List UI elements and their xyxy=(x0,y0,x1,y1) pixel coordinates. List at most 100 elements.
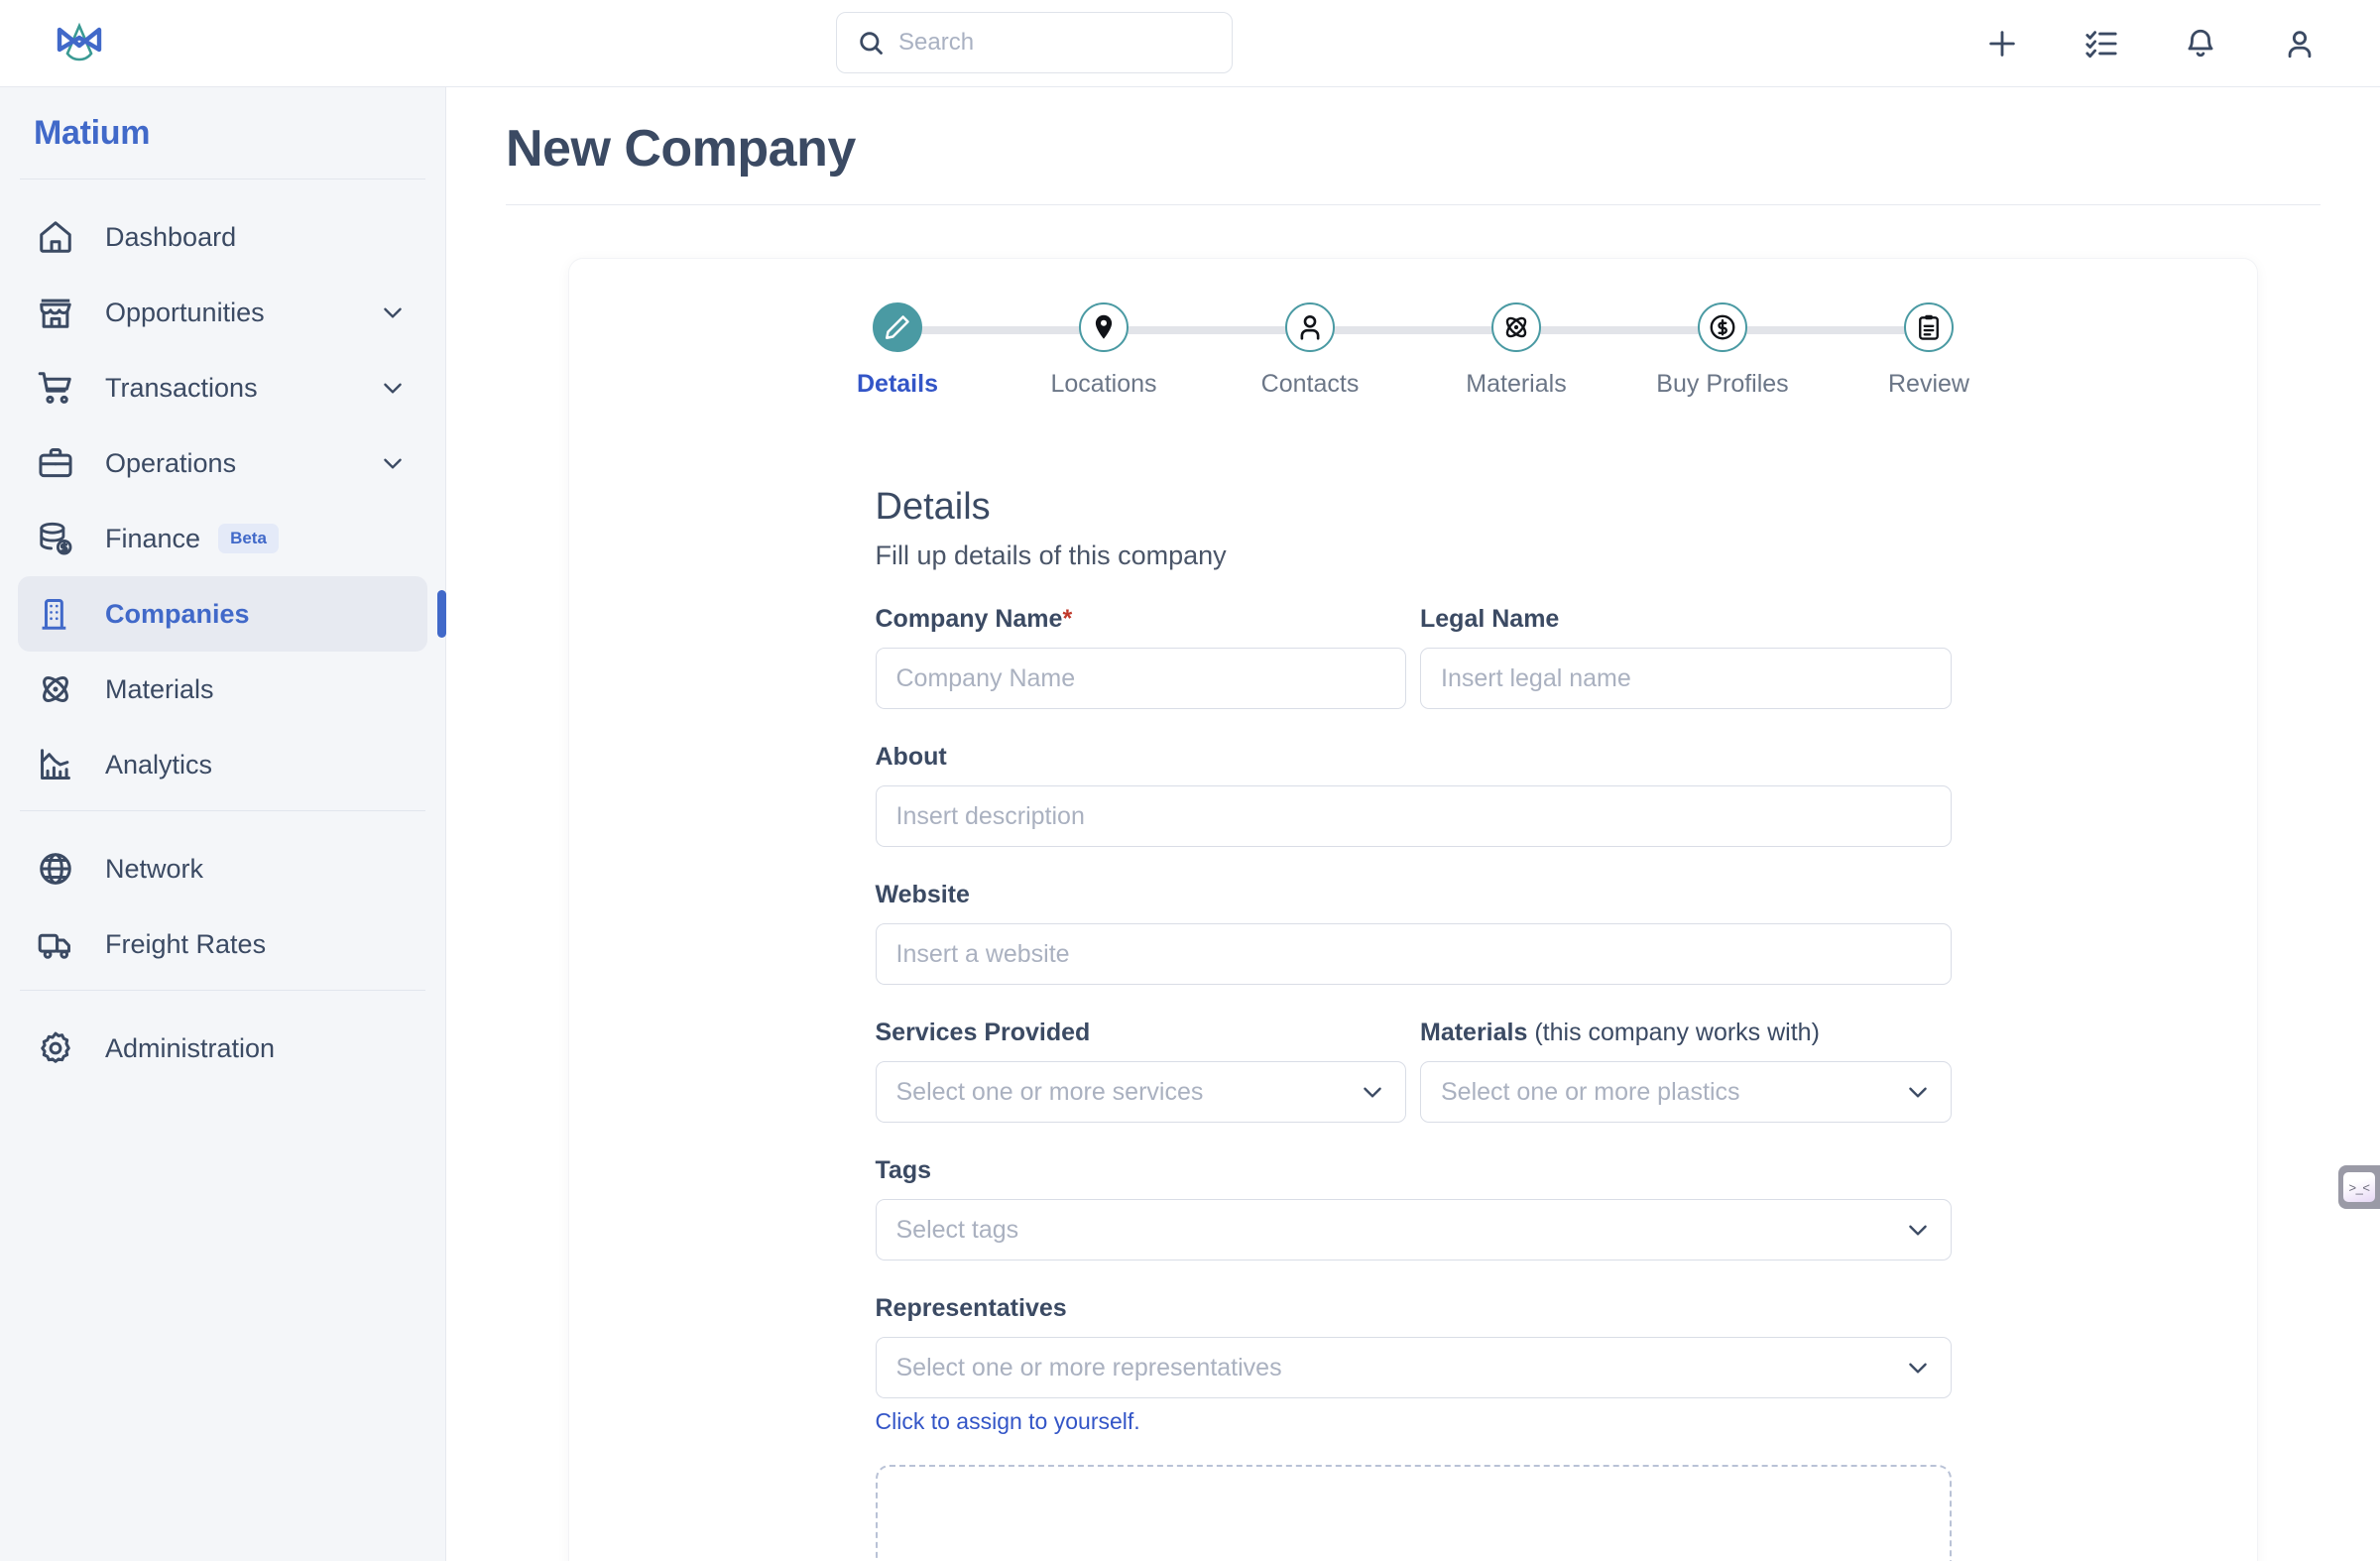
website-input[interactable] xyxy=(875,923,1952,985)
step-materials[interactable]: Materials xyxy=(1413,302,1723,399)
chevron-down-icon xyxy=(1908,1225,1927,1236)
home-icon xyxy=(36,217,75,257)
sidebar-item-materials[interactable]: Materials xyxy=(18,652,427,727)
sidebar-item-label: Operations xyxy=(105,447,237,478)
sidebar-item-label: Materials xyxy=(105,673,214,704)
materials-label-note: (this company works with) xyxy=(1527,1019,1820,1046)
sidebar-item-operations[interactable]: Operations xyxy=(18,425,427,501)
step-label: Review xyxy=(1888,370,1969,398)
app-logo[interactable] xyxy=(0,0,446,87)
coins-icon xyxy=(36,519,75,558)
chevron-down-icon xyxy=(1364,1087,1381,1098)
step-details[interactable]: Details xyxy=(794,302,1104,399)
account-button[interactable] xyxy=(2279,23,2320,64)
bell-icon xyxy=(2188,29,2213,58)
sidebar-group-admin: Administration xyxy=(0,991,445,1094)
legal-name-input[interactable] xyxy=(1420,648,1952,709)
search-icon xyxy=(860,32,883,55)
assign-to-yourself-link[interactable]: Click to assign to yourself. xyxy=(876,1408,1140,1435)
sidebar-item-finance[interactable]: Finance Beta xyxy=(18,501,427,576)
step-review[interactable]: Review xyxy=(1826,302,2032,399)
chevron-down-icon[interactable] xyxy=(380,300,406,325)
sidebar-item-freight-rates[interactable]: Freight Rates xyxy=(18,906,427,982)
sidebar-item-label: Dashboard xyxy=(105,221,237,252)
search-box[interactable] xyxy=(836,12,1233,73)
step-circle[interactable] xyxy=(1491,302,1541,352)
field-legal-name: Legal Name xyxy=(1420,605,1952,709)
legal-name-label: Legal Name xyxy=(1420,605,1560,633)
company-name-input[interactable] xyxy=(875,648,1406,709)
row-tags: Tags Select tags xyxy=(875,1156,1952,1261)
form-section-title: Details xyxy=(875,486,991,528)
row-website: Website xyxy=(875,881,1952,985)
step-label: Locations xyxy=(1050,370,1157,398)
add-button[interactable] xyxy=(1981,23,2023,64)
field-about: About xyxy=(875,743,1952,847)
step-circle[interactable] xyxy=(1079,302,1129,352)
truck-icon xyxy=(36,924,75,964)
step-circle[interactable] xyxy=(873,302,922,352)
search-input[interactable] xyxy=(898,29,1212,57)
assistant-widget[interactable]: >_< xyxy=(2338,1165,2380,1209)
globe-icon xyxy=(36,849,75,889)
tasks-button[interactable] xyxy=(2081,23,2122,64)
row-about: About xyxy=(875,743,1952,847)
materials-select[interactable]: Select one or more plastics xyxy=(1420,1061,1952,1123)
user-icon xyxy=(2288,31,2312,59)
building-icon xyxy=(36,594,75,634)
materials-label: Materials (this company works with) xyxy=(1420,1019,1952,1047)
step-connector xyxy=(897,326,1104,334)
step-label: Buy Profiles xyxy=(1656,370,1789,398)
about-input[interactable] xyxy=(875,785,1952,847)
sidebar-item-label: Network xyxy=(105,853,204,884)
form-section-subtitle: Fill up details of this company xyxy=(875,540,1227,570)
dollar-icon xyxy=(1710,314,1735,340)
company-name-label-text: Company Name xyxy=(875,605,1063,633)
pin-icon xyxy=(1095,314,1113,339)
sidebar-item-dashboard[interactable]: Dashboard xyxy=(18,199,427,275)
step-contacts[interactable]: Contacts xyxy=(1207,302,1516,399)
clipboard-icon xyxy=(1919,314,1939,340)
sidebar-item-label: Analytics xyxy=(105,749,213,780)
search-bar[interactable] xyxy=(836,12,1233,73)
tags-placeholder: Select tags xyxy=(895,1215,1019,1244)
matium-logo-icon xyxy=(57,22,102,60)
sidebar-item-label: Companies xyxy=(105,598,250,629)
atom-icon xyxy=(1505,316,1527,338)
step-circle[interactable] xyxy=(1698,302,1747,352)
assistant-face-icon: >_< xyxy=(2343,1172,2375,1202)
company-name-label: Company Name* xyxy=(876,605,1407,634)
services-placeholder: Select one or more services xyxy=(895,1077,1204,1106)
step-circle[interactable] xyxy=(1904,302,1954,352)
representatives-label: Representatives xyxy=(875,1294,1067,1322)
notifications-button[interactable] xyxy=(2180,23,2221,64)
field-company-name: Company Name* xyxy=(875,605,1407,709)
field-services: Services Provided Select one or more ser… xyxy=(875,1019,1406,1123)
sidebar-item-administration[interactable]: Administration xyxy=(18,1011,427,1086)
row-names: Company Name* Legal Name xyxy=(875,605,1952,709)
step-circle[interactable] xyxy=(1285,302,1335,352)
sidebar-item-network[interactable]: Network xyxy=(18,831,427,906)
sidebar-item-companies[interactable]: Companies xyxy=(18,576,446,652)
step-locations[interactable]: Locations xyxy=(1001,302,1310,399)
chevron-down-icon[interactable] xyxy=(380,450,406,476)
tags-label: Tags xyxy=(875,1156,932,1184)
tags-select[interactable]: Select tags xyxy=(875,1199,1952,1261)
chevron-down-icon[interactable] xyxy=(380,375,406,401)
sidebar-item-analytics[interactable]: Analytics xyxy=(18,727,427,802)
step-connector xyxy=(1104,326,1310,334)
wizard-card: Details Locations Contacts Materials Buy… xyxy=(569,259,2257,1561)
chevron-down-icon xyxy=(1908,1363,1927,1374)
services-select[interactable]: Select one or more services xyxy=(875,1061,1406,1123)
step-buy-profiles[interactable]: Buy Profiles xyxy=(1619,302,1929,399)
sidebar-item-transactions[interactable]: Transactions xyxy=(18,350,427,425)
required-asterisk: * xyxy=(1062,605,1073,633)
file-dropzone[interactable] xyxy=(875,1465,1952,1561)
sidebar-item-opportunities[interactable]: Opportunities xyxy=(18,275,427,350)
page-title: New Company xyxy=(506,120,856,178)
representatives-select[interactable]: Select one or more representatives xyxy=(875,1337,1952,1398)
website-label: Website xyxy=(875,881,970,908)
step-label: Materials xyxy=(1466,370,1567,398)
beta-badge: Beta xyxy=(218,524,279,553)
step-connector xyxy=(1516,326,1723,334)
